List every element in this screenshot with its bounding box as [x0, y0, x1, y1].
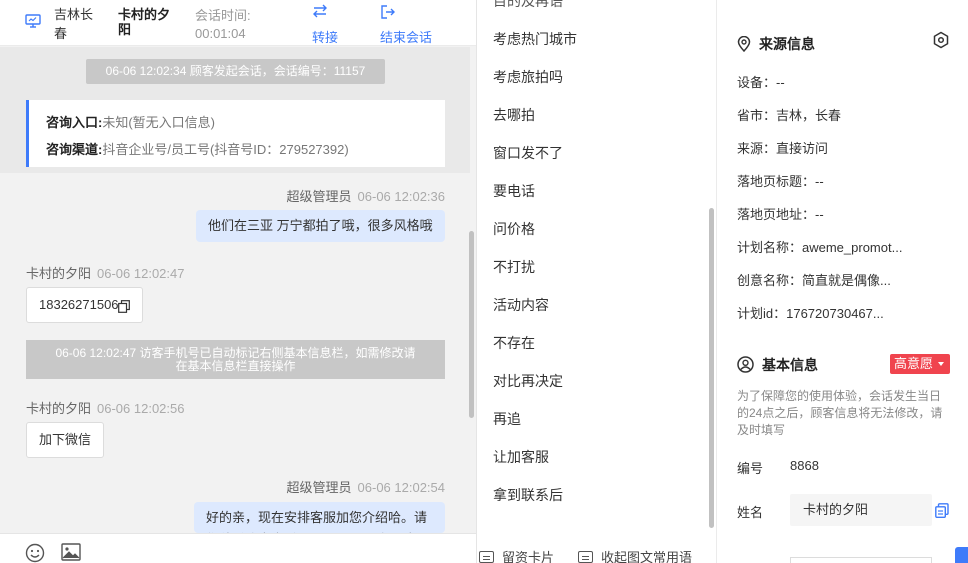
transfer-icon [312, 4, 342, 23]
chat-scrollbar[interactable] [469, 231, 474, 418]
plan-name-row: 计划名称：aweme_promot... [737, 240, 903, 255]
message-sender: 超级管理员 [286, 189, 352, 204]
quick-reply-item[interactable]: 窗口发不了 [493, 143, 563, 163]
quick-reply-scrollbar[interactable] [709, 208, 714, 528]
name-label: 姓名 [737, 505, 764, 520]
quick-reply-item[interactable]: 不打扰 [493, 257, 535, 277]
quick-reply-footer: 留资卡片 收起图文常用语 [477, 540, 717, 563]
quick-reply-item[interactable]: 再追 [493, 409, 521, 429]
channel-value: 抖音企业号/员工号(抖音号ID：279527392) [102, 142, 349, 157]
number-value: 8868 [790, 458, 819, 473]
message-sender: 卡村的夕阳 [26, 266, 92, 281]
visitor-name: 卡村的夕阳 [118, 7, 171, 37]
chat-header: 吉林长春 卡村的夕阳 会话时间: 00:01:04 转接 结束会话 [0, 0, 476, 46]
next-field-input[interactable] [790, 557, 932, 563]
monitor-icon [25, 14, 41, 33]
visitor-city: 吉林长春 [54, 7, 94, 41]
quick-reply-item[interactable]: 问价格 [493, 219, 535, 239]
source-info-title: 来源信息 [737, 34, 815, 55]
message-time: 06-06 12:02:36 [357, 189, 445, 204]
user-circle-icon [737, 356, 754, 376]
message-list: 06-06 12:02:34 顾客发起会话，会话编号：11157 咨询入口:未知… [0, 47, 476, 533]
channel-row: 咨询渠道:抖音企业号/员工号(抖音号ID：279527392) [46, 136, 445, 163]
quick-reply-item[interactable]: 去哪拍 [493, 105, 535, 125]
message-bubble: 好的亲，现在安排客服加您介绍哈。请您稍后注意查看，下“通讯录”-“新朋友” [194, 502, 445, 533]
copy-icon[interactable] [935, 503, 949, 523]
device-row: 设备：-- [737, 75, 785, 90]
message-bubble: 他们在三亚 万宁都拍了哦，很多风格哦 [196, 210, 445, 242]
landing-url-row: 落地页地址：-- [737, 207, 824, 222]
basic-info-title-text: 基本信息 [762, 357, 818, 373]
source-row: 来源：直接访问 [737, 141, 829, 156]
quick-reply-panel: 目的及再语 考虑热门城市 考虑旅拍吗 去哪拍 窗口发不了 要电话 问价格 不打扰… [477, 0, 717, 563]
message-sender: 卡村的夕阳 [26, 401, 92, 416]
entry-row: 咨询入口:未知(暂无入口信息) [46, 109, 445, 136]
province-city-row: 省市：吉林，长春 [737, 108, 842, 123]
entry-label: 咨询入口: [46, 115, 103, 130]
message-meta: 超级管理员 06-06 12:02:54 [287, 477, 445, 496]
source-info-title-text: 来源信息 [759, 36, 815, 52]
phone-notice-line2: 在基本信息栏直接操作 [175, 359, 296, 373]
card-icon [479, 551, 494, 563]
message-meta: 超级管理员 06-06 12:02:36 [287, 186, 445, 205]
message-meta: 卡村的夕阳 06-06 12:02:47 [26, 263, 184, 282]
channel-label: 咨询渠道: [46, 142, 103, 157]
location-pin-icon [737, 35, 751, 55]
quick-reply-item[interactable]: 对比再决定 [493, 371, 563, 391]
basic-info-title: 基本信息 [737, 355, 818, 376]
quick-reply-item[interactable]: 让加客服 [493, 447, 549, 467]
session-time-value: 00:01:04 [195, 26, 246, 41]
entry-value: 未知(暂无入口信息) [102, 115, 216, 130]
message-sender: 超级管理员 [286, 480, 352, 495]
quick-reply-item[interactable]: 目的及再语 [493, 0, 563, 11]
collapse-common-button[interactable]: 收起图文常用语 [578, 547, 692, 563]
session-time-label: 会话时间: [195, 8, 251, 23]
landing-title-row: 落地页标题：-- [737, 174, 824, 189]
collapse-common-label: 收起图文常用语 [601, 550, 693, 563]
quick-reply-item[interactable]: 拿到联系后 [493, 485, 563, 505]
number-label: 编号 [737, 461, 764, 476]
image-icon[interactable] [61, 543, 81, 563]
message-meta: 卡村的夕阳 06-06 12:02:56 [26, 398, 184, 417]
phone-number: 18326271506 [39, 297, 119, 312]
end-session-label: 结束会话 [380, 30, 433, 45]
quick-reply-item[interactable]: 活动内容 [493, 295, 549, 315]
copy-icon[interactable] [118, 298, 130, 320]
chat-workspace: 吉林长春 卡村的夕阳 会话时间: 00:01:04 转接 结束会话 06-06 … [0, 0, 968, 563]
settings-icon[interactable] [932, 31, 950, 54]
plan-id-row: 计划id：176720730467... [737, 306, 884, 321]
logout-icon [380, 4, 438, 23]
end-session-button[interactable]: 结束会话 [380, 4, 438, 46]
quick-reply-item[interactable]: 不存在 [493, 333, 535, 353]
session-start-notice: 06-06 12:02:34 顾客发起会话，会话编号：11157 [86, 59, 385, 84]
lead-card-label: 留资卡片 [502, 550, 555, 563]
message-bubble-phone: 18326271506 [26, 287, 143, 323]
phone-marked-notice: 06-06 12:02:47 访客手机号已自动标记右侧基本信息栏，如需修改请 在… [26, 340, 445, 379]
customer-info-panel: 来源信息 设备：-- 省市：吉林，长春 来源：直接访问 落地页标题：-- 落地页… [717, 0, 968, 563]
intent-level-badge[interactable]: 高意愿 [890, 354, 950, 374]
floating-action-button[interactable] [955, 547, 968, 563]
name-field[interactable] [790, 494, 932, 526]
lead-card-button[interactable]: 留资卡片 [479, 547, 554, 563]
chat-panel: 吉林长春 卡村的夕阳 会话时间: 00:01:04 转接 结束会话 06-06 … [0, 0, 477, 563]
creative-name-row: 创意名称：简直就是偶像... [737, 273, 891, 288]
edit-deadline-hint: 为了保障您的使用体验，会话发生当日的24点之后，顾客信息将无法修改，请及时填写 [737, 389, 943, 437]
message-time: 06-06 12:02:54 [357, 480, 445, 495]
emoji-icon[interactable] [25, 543, 45, 563]
quick-reply-item[interactable]: 要电话 [493, 181, 535, 201]
session-info-block: 06-06 12:02:34 顾客发起会话，会话编号：11157 咨询入口:未知… [0, 47, 470, 173]
quick-reply-item[interactable]: 考虑热门城市 [493, 29, 577, 49]
consult-info-card: 咨询入口:未知(暂无入口信息) 咨询渠道:抖音企业号/员工号(抖音号ID：279… [26, 100, 445, 167]
message-time: 06-06 12:02:47 [97, 266, 185, 281]
message-icon [578, 551, 593, 563]
transfer-button[interactable]: 转接 [312, 4, 342, 46]
message-bubble: 加下微信 [26, 422, 104, 458]
input-toolbar [0, 533, 476, 563]
quick-reply-item[interactable]: 考虑旅拍吗 [493, 67, 563, 87]
message-time: 06-06 12:02:56 [97, 401, 185, 416]
transfer-label: 转接 [312, 30, 339, 45]
